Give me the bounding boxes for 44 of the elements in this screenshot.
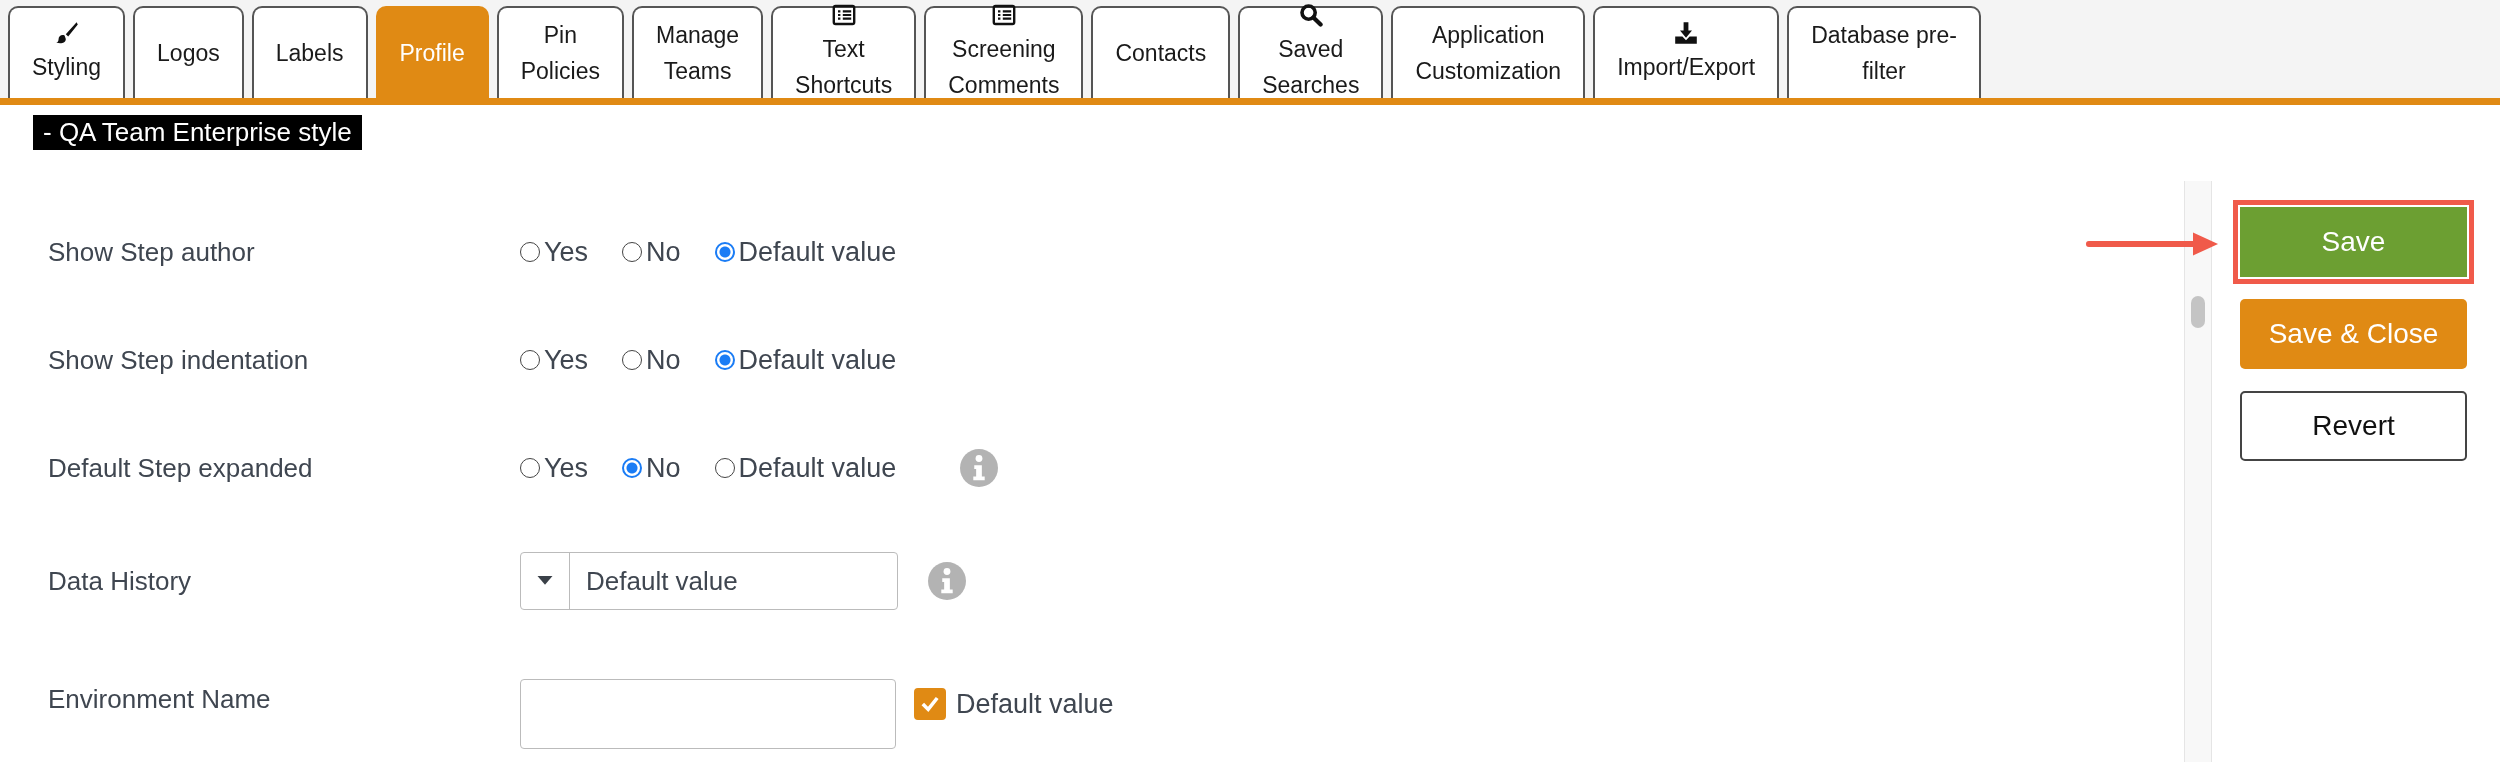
scrollbar-thumb[interactable] (2191, 296, 2205, 328)
radio-button[interactable] (714, 350, 735, 370)
checkbox[interactable] (914, 688, 946, 720)
radio-button[interactable] (622, 458, 643, 478)
page-title: - QA Team Enterprise style (33, 115, 362, 150)
tab[interactable]: Labels (251, 6, 368, 98)
action-button[interactable]: Revert (2240, 391, 2467, 461)
radio-label: No (646, 236, 681, 268)
tab[interactable]: Contacts (1091, 6, 1231, 98)
radio-label: Default value (738, 452, 897, 484)
setting-label: Data History (48, 565, 193, 597)
caret-icon (537, 576, 553, 586)
radio-label: Yes (544, 344, 589, 376)
info-icon[interactable] (928, 562, 966, 600)
tab[interactable]: Database pre- filter (1787, 6, 1981, 98)
tab[interactable]: Screening Comments (924, 6, 1084, 98)
tab[interactable]: Saved Searches (1238, 6, 1384, 98)
setting-label: Default Step expanded (48, 452, 314, 484)
list-icon (991, 3, 1016, 27)
tab[interactable]: Logos (133, 6, 244, 98)
tab[interactable]: Application Customization (1391, 6, 1586, 98)
radio-label: No (646, 344, 681, 376)
paintbrush-icon (54, 21, 79, 45)
tab[interactable]: Styling (8, 6, 126, 98)
setting-label: Show Step indentation (48, 344, 310, 376)
dropdown[interactable]: Default value (520, 552, 898, 610)
radio-label: Default value (738, 344, 897, 376)
download-icon (1674, 21, 1699, 45)
list-icon (831, 3, 856, 27)
setting-label: Show Step author (48, 236, 256, 268)
radio-button[interactable] (714, 242, 735, 262)
search-icon (1298, 3, 1323, 27)
tab[interactable]: Text Shortcuts (771, 6, 917, 98)
radio-label: Default value (738, 236, 897, 268)
tab[interactable]: Import/Export (1593, 6, 1780, 98)
radio-label: Yes (544, 236, 589, 268)
radio-label: No (646, 452, 681, 484)
setting-label: Environment Name (48, 683, 272, 715)
radio-label: Yes (544, 452, 589, 484)
info-icon[interactable] (960, 449, 999, 487)
input-field[interactable] (520, 679, 896, 749)
tab[interactable]: Manage Teams (631, 6, 764, 98)
tab[interactable]: Pin Policies (496, 6, 624, 98)
checkbox-label: Default value (956, 688, 1114, 720)
